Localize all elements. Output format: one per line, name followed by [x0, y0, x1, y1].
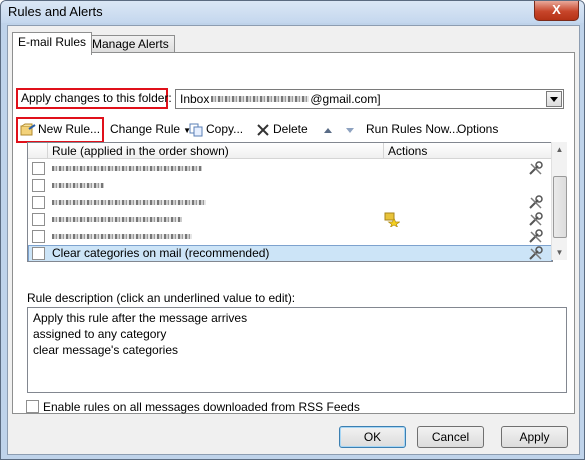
copy-button[interactable]: Copy... — [189, 119, 243, 139]
rule-checkbox[interactable] — [32, 213, 45, 226]
rule-name: Clear categories on mail (recommended) — [52, 246, 270, 260]
delete-icon — [257, 124, 269, 136]
move-down-button[interactable] — [344, 119, 356, 139]
tab-email-rules[interactable]: E-mail Rules — [12, 32, 93, 55]
checkbox-column-header — [28, 143, 48, 159]
tools-icon — [529, 229, 543, 243]
tools-icon — [529, 161, 543, 175]
close-button[interactable]: X — [534, 1, 579, 21]
rule-checkbox[interactable] — [32, 247, 45, 260]
rss-option[interactable]: Enable rules on all messages downloaded … — [26, 400, 360, 414]
title-bar: Rules and Alerts X — [1, 1, 584, 23]
redacted-email — [211, 96, 310, 103]
redacted-rule-name — [52, 183, 104, 188]
redacted-rule-name — [52, 217, 182, 222]
apply-button[interactable]: Apply — [501, 426, 568, 448]
rule-column-header[interactable]: Rule (applied in the order shown) — [48, 143, 384, 159]
rule-row[interactable] — [28, 194, 552, 211]
folder-value: Inbox @gmail.com] — [180, 92, 381, 106]
rule-row[interactable] — [28, 160, 552, 177]
description-line: clear message's categories — [33, 343, 179, 357]
rule-description-label: Rule description (click an underlined va… — [27, 291, 296, 305]
scrollbar-thumb[interactable] — [553, 176, 567, 238]
folder-combobox[interactable]: Inbox @gmail.com] — [175, 89, 564, 109]
dropdown-button[interactable] — [546, 91, 562, 107]
tab-manage-alerts[interactable]: Manage Alerts — [86, 35, 175, 53]
rule-checkbox[interactable] — [32, 162, 45, 175]
copy-icon — [189, 123, 203, 137]
folder-label: Apply changes to this folder: — [21, 91, 172, 105]
redacted-rule-name — [52, 234, 192, 239]
run-rules-now-button[interactable]: Run Rules Now... — [366, 119, 459, 139]
rule-row[interactable] — [28, 228, 552, 245]
ok-button[interactable]: OK — [339, 426, 406, 448]
description-line: Apply this rule after the message arrive… — [33, 311, 248, 325]
options-button[interactable]: Options — [457, 119, 498, 139]
chevron-down-icon — [550, 97, 558, 102]
redacted-rule-name — [52, 200, 206, 205]
flag-star-icon — [384, 212, 400, 227]
description-line[interactable]: assigned to any category — [33, 327, 166, 341]
arrow-down-icon — [346, 127, 354, 133]
change-rule-button[interactable]: Change Rule ▼ — [110, 119, 191, 139]
rule-checkbox[interactable] — [32, 179, 45, 192]
rule-checkbox[interactable] — [32, 196, 45, 209]
rule-row-selected[interactable]: Clear categories on mail (recommended) — [28, 245, 552, 261]
dialog-client: E-mail Rules Manage Alerts Apply changes… — [7, 25, 580, 455]
scroll-up-icon[interactable]: ▲ — [552, 142, 567, 157]
tools-icon — [529, 246, 543, 260]
cancel-button[interactable]: Cancel — [417, 426, 484, 448]
arrow-up-icon — [324, 127, 332, 133]
email-rules-panel: Apply changes to this folder: Inbox @gmai… — [12, 52, 575, 414]
rules-list-scrollbar[interactable]: ▲ ▼ — [551, 142, 567, 260]
new-rule-icon — [20, 123, 36, 136]
rule-row[interactable] — [28, 177, 552, 194]
window-title: Rules and Alerts — [8, 4, 103, 19]
rule-row[interactable] — [28, 211, 552, 228]
rules-list[interactable]: Rule (applied in the order shown) Action… — [27, 142, 553, 262]
rule-description-box: Apply this rule after the message arrive… — [27, 307, 567, 393]
actions-column-header[interactable]: Actions — [384, 143, 552, 159]
scroll-down-icon[interactable]: ▼ — [552, 245, 567, 260]
new-rule-button[interactable]: New Rule... — [20, 119, 100, 139]
tools-icon — [529, 212, 543, 226]
rule-checkbox[interactable] — [32, 230, 45, 243]
delete-button[interactable]: Delete — [256, 119, 308, 139]
tools-icon — [529, 195, 543, 209]
rules-and-alerts-window: Rules and Alerts X E-mail Rules Manage A… — [0, 0, 585, 460]
rss-checkbox[interactable] — [26, 400, 39, 413]
redacted-rule-name — [52, 166, 202, 171]
move-up-button[interactable] — [322, 119, 334, 139]
